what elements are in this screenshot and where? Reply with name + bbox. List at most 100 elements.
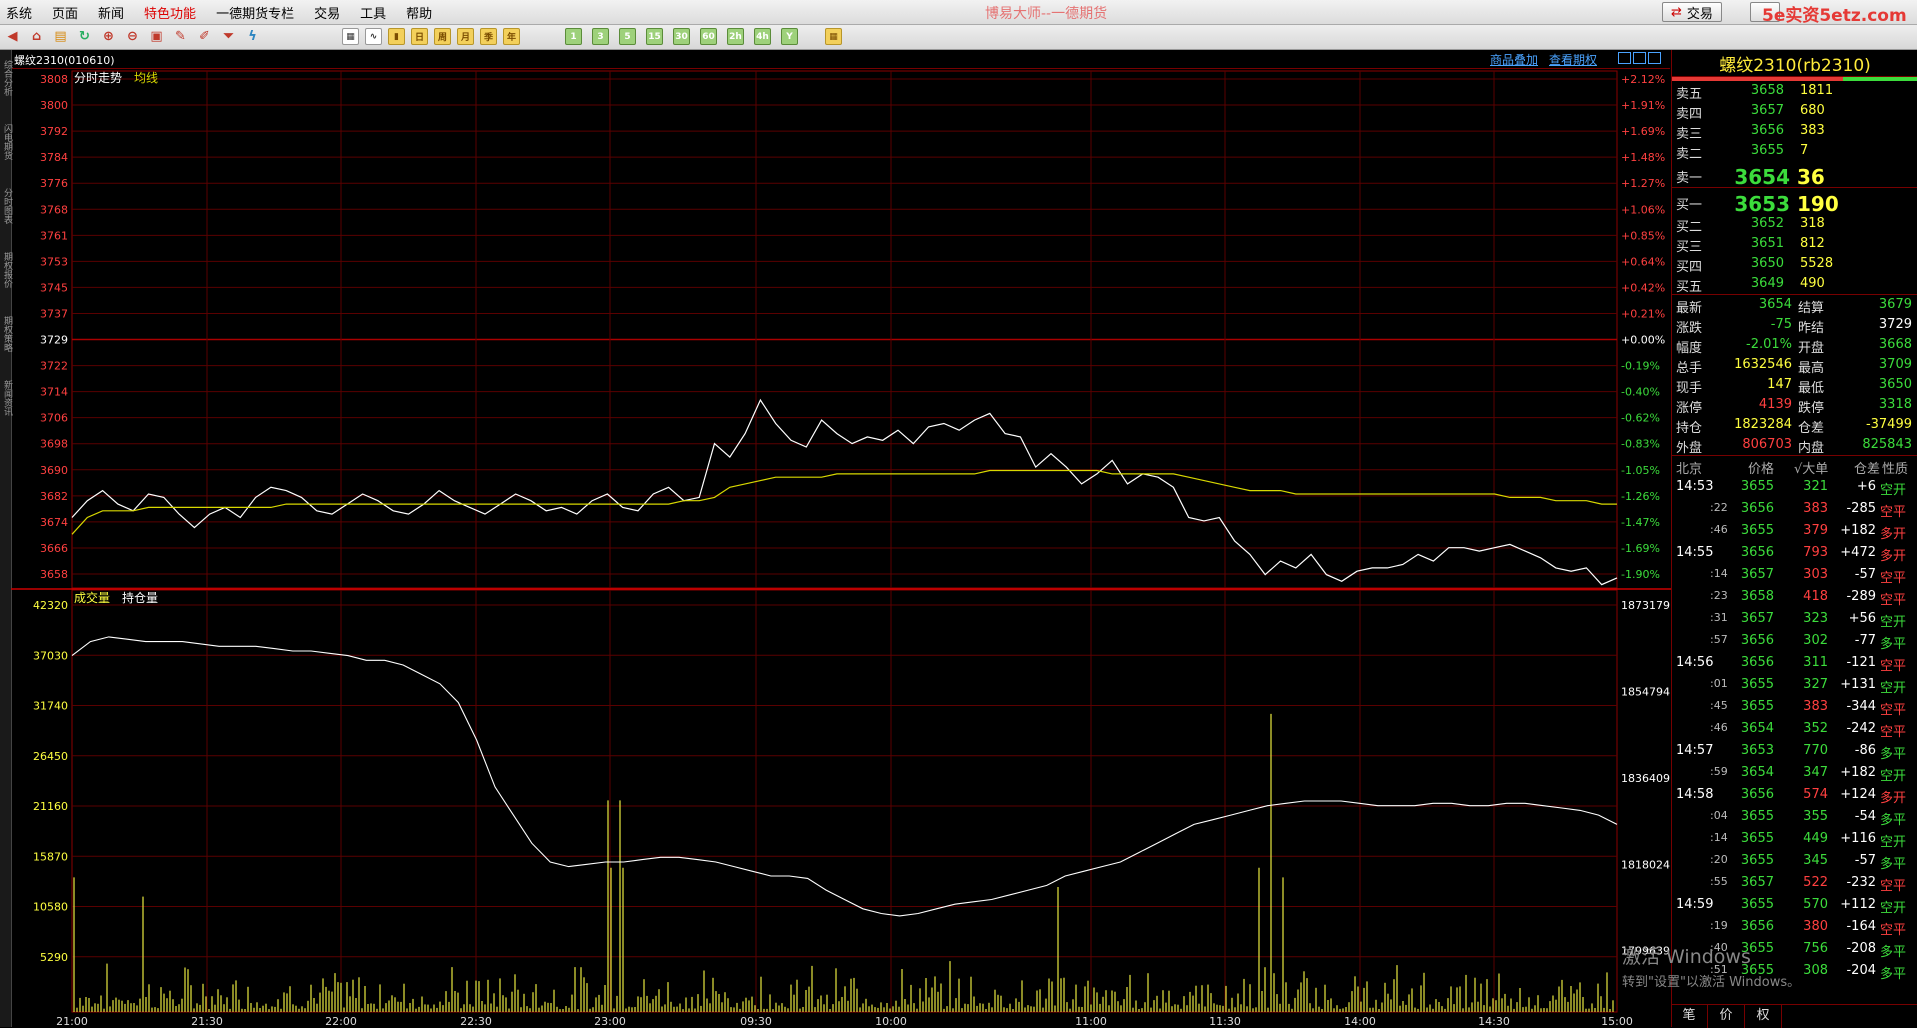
option-link[interactable]: 查看期权 xyxy=(1549,51,1597,68)
year-icon[interactable]: 年 xyxy=(503,28,520,45)
pen-icon[interactable]: ✎ xyxy=(172,28,189,45)
stat-value: 3679 xyxy=(1878,297,1912,312)
side-tab-0[interactable]: 综合分析 xyxy=(0,60,12,96)
oi-tick-label: 1854794 xyxy=(1621,685,1670,698)
tick-row[interactable]: 14:55 3656 793 +472 多开 xyxy=(1672,542,1917,564)
table-icon[interactable]: ▦ xyxy=(342,28,359,45)
order-book-row[interactable]: 买一 3653 190 xyxy=(1672,188,1917,216)
volume-tick-label: 26450 xyxy=(33,750,68,763)
menu-item-6[interactable]: 工具 xyxy=(354,3,400,22)
order-book-row[interactable]: 买四 3650 5528 xyxy=(1672,254,1917,275)
month-icon[interactable]: 月 xyxy=(457,28,474,45)
tick-row[interactable]: :45 3655 383 -344 空平 xyxy=(1672,696,1917,718)
period-15-button[interactable]: 15 xyxy=(646,28,663,45)
period-60-button[interactable]: 60 xyxy=(700,28,717,45)
restore-icon[interactable] xyxy=(1618,52,1631,64)
kline-icon[interactable]: ▮ xyxy=(388,28,405,45)
period-3-button[interactable]: 3 xyxy=(592,28,609,45)
period-30-button[interactable]: 30 xyxy=(673,28,690,45)
tick-row[interactable]: :59 3654 347 +182 空开 xyxy=(1672,762,1917,784)
tick-row[interactable]: 14:53 3655 321 +6 空开 xyxy=(1672,476,1917,498)
tick-row[interactable]: :57 3656 302 -77 多平 xyxy=(1672,630,1917,652)
tick-row[interactable]: :31 3657 323 +56 空开 xyxy=(1672,608,1917,630)
period-2h-button[interactable]: 2h xyxy=(727,28,744,45)
tick-row[interactable]: 14:57 3653 770 -86 多平 xyxy=(1672,740,1917,762)
trade-button[interactable]: ⇄ 交易 xyxy=(1662,2,1722,22)
tick-row[interactable]: :23 3658 418 -289 空平 xyxy=(1672,586,1917,608)
period-4h-button[interactable]: 4h xyxy=(754,28,771,45)
tick-row[interactable]: :46 3655 379 +182 多开 xyxy=(1672,520,1917,542)
tick-row[interactable]: 14:58 3656 574 +124 多开 xyxy=(1672,784,1917,806)
side-tab-3[interactable]: 期权报价 xyxy=(0,252,12,288)
left-icon[interactable] xyxy=(1633,52,1646,64)
pct-tick-label: +0.85% xyxy=(1621,229,1665,242)
bottom-tab-1[interactable]: 价 xyxy=(1708,1005,1745,1028)
intraday-chart[interactable]: 3808 +2.12% 3800 +1.91% 3792 +1.69% 3784 +1.48%… xyxy=(11,69,1671,1027)
tick-oi-change: -232 xyxy=(1846,875,1876,890)
menu-item-0[interactable]: 系统 xyxy=(0,3,46,22)
side-tab-2[interactable]: 分时图表 xyxy=(0,188,12,224)
tick-row[interactable]: :20 3655 345 -57 多平 xyxy=(1672,850,1917,872)
tick-row[interactable]: :14 3655 449 +116 空开 xyxy=(1672,828,1917,850)
side-tab-1[interactable]: 闪电期货 xyxy=(0,124,12,160)
tick-row[interactable]: :46 3654 352 -242 空平 xyxy=(1672,718,1917,740)
book-price: 3653 xyxy=(1734,192,1790,216)
tick-nature: 多平 xyxy=(1880,857,1907,872)
zoom-out-icon[interactable]: ⊖ xyxy=(124,28,141,45)
indicator-icon[interactable]: ϟ xyxy=(244,28,261,45)
window-icon[interactable]: ▣ xyxy=(148,28,165,45)
order-book-row[interactable]: 卖二 3655 7 xyxy=(1672,141,1917,162)
order-book-row[interactable]: 卖四 3657 680 xyxy=(1672,101,1917,122)
order-book-row[interactable]: 买三 3651 812 xyxy=(1672,234,1917,255)
eraser-icon[interactable]: ✐ xyxy=(196,28,213,45)
folder-icon[interactable]: ▤ xyxy=(52,28,69,45)
week-icon[interactable]: 周 xyxy=(434,28,451,45)
side-tab-5[interactable]: 新闻资讯 xyxy=(0,380,12,416)
season-icon[interactable]: 季 xyxy=(480,28,497,45)
menu-item-4[interactable]: 一德期货专栏 xyxy=(210,3,308,22)
tick-row[interactable]: 14:59 3655 570 +112 空开 xyxy=(1672,894,1917,916)
tick-row[interactable]: :19 3656 380 -164 空平 xyxy=(1672,916,1917,938)
menu-item-5[interactable]: 交易 xyxy=(308,3,354,22)
tick-row[interactable]: :22 3656 383 -285 空平 xyxy=(1672,498,1917,520)
zoom-in-icon[interactable]: ⊕ xyxy=(100,28,117,45)
window-control-icons[interactable] xyxy=(1618,52,1661,67)
order-book-row[interactable]: 买二 3652 318 xyxy=(1672,214,1917,235)
tick-row[interactable]: :55 3657 522 -232 空平 xyxy=(1672,872,1917,894)
order-book-row[interactable]: 买五 3649 490 xyxy=(1672,274,1917,295)
tick-row[interactable]: :04 3655 355 -54 多平 xyxy=(1672,806,1917,828)
menu-item-7[interactable]: 帮助 xyxy=(400,3,446,22)
tick-nature: 空开 xyxy=(1880,835,1907,850)
menu-item-3[interactable]: 特色功能 xyxy=(138,3,210,22)
bottom-tab-0[interactable]: 笔 xyxy=(1671,1005,1708,1028)
period-1-button[interactable]: 1 xyxy=(565,28,582,45)
order-book-row[interactable]: 卖一 3654 36 xyxy=(1672,161,1917,189)
period-Y-button[interactable]: Y xyxy=(781,28,798,45)
order-book-row[interactable]: 卖五 3658 1811 xyxy=(1672,81,1917,102)
side-tab-4[interactable]: 期权策略 xyxy=(0,316,12,352)
stat-value: 806703 xyxy=(1742,437,1792,452)
back-icon[interactable]: ◀ xyxy=(4,28,21,45)
stat-label: 持仓 xyxy=(1676,421,1703,436)
menu-item-1[interactable]: 页面 xyxy=(46,3,92,22)
bottom-tab-2[interactable]: 权 xyxy=(1745,1005,1782,1028)
filter-icon[interactable]: ⏷ xyxy=(220,28,237,45)
calculator-icon[interactable]: ▦ xyxy=(825,28,842,45)
period-5-button[interactable]: 5 xyxy=(619,28,636,45)
tick-row[interactable]: :01 3655 327 +131 空开 xyxy=(1672,674,1917,696)
book-volume: 383 xyxy=(1800,123,1825,138)
site-watermark: 5e实资5etz.com xyxy=(1762,6,1907,26)
tick-volume: 327 xyxy=(1803,677,1828,692)
order-book-row[interactable]: 卖三 3656 383 xyxy=(1672,121,1917,142)
right-icon[interactable] xyxy=(1648,52,1661,64)
time-tick-label: 11:30 xyxy=(1209,1015,1241,1027)
tick-row[interactable]: 14:56 3656 311 -121 空平 xyxy=(1672,652,1917,674)
day-icon[interactable]: 日 xyxy=(411,28,428,45)
overlay-link[interactable]: 商品叠加 xyxy=(1490,51,1538,68)
menu-item-2[interactable]: 新闻 xyxy=(92,3,138,22)
home-icon[interactable]: ⌂ xyxy=(28,28,45,45)
tick-row[interactable]: :14 3657 303 -57 空平 xyxy=(1672,564,1917,586)
line-chart-icon[interactable]: ∿ xyxy=(365,28,382,45)
refresh-icon[interactable]: ↻ xyxy=(76,28,93,45)
tick-oi-change: +124 xyxy=(1840,787,1876,802)
